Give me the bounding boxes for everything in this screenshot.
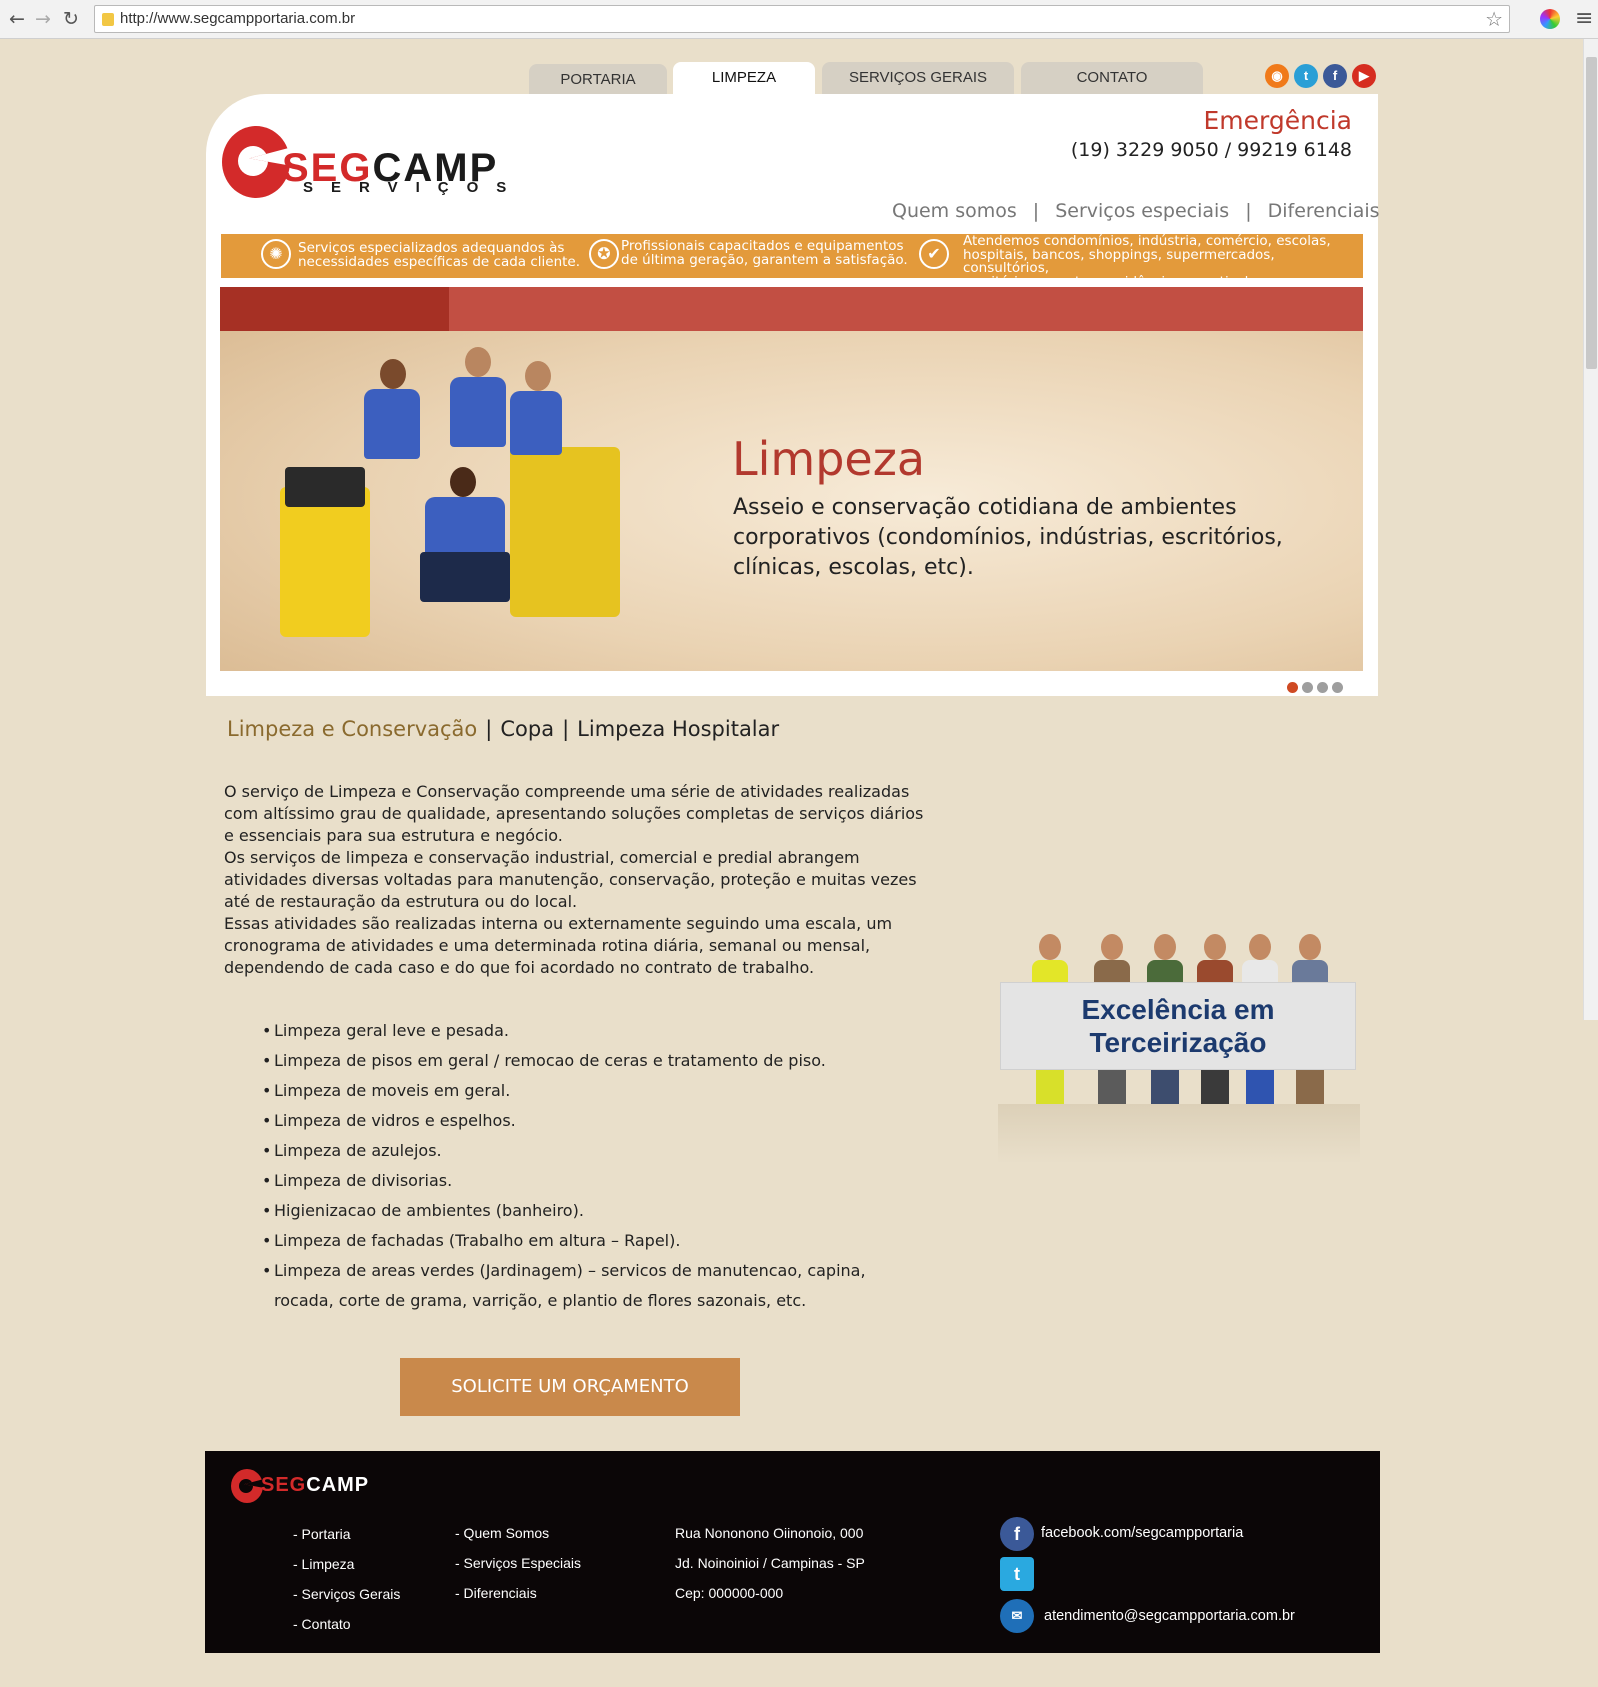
menu-icon[interactable]: ≡	[1575, 6, 1593, 31]
subnav-copa[interactable]: Copa	[500, 717, 554, 741]
footer-logo-icon	[231, 1469, 263, 1503]
footer-link-portaria[interactable]: - Portaria	[293, 1519, 400, 1549]
subnav-limpeza-conservacao[interactable]: Limpeza e Conservação	[227, 717, 477, 741]
top-nav: Quem somos | Serviços especiais | Diferencia…	[892, 200, 1380, 222]
youtube-icon[interactable]: ▶	[1352, 64, 1376, 88]
tab-portaria[interactable]: PORTARIA	[529, 64, 667, 96]
footer-email-link[interactable]: atendimento@segcampportaria.com.br	[1044, 1608, 1295, 1624]
footer-link-quem-somos[interactable]: - Quem Somos	[455, 1518, 581, 1548]
footer-link-limpeza[interactable]: - Limpeza	[293, 1549, 400, 1579]
cleaning-crew-image	[260, 347, 670, 647]
bookmark-star-icon[interactable]: ☆	[1485, 7, 1503, 31]
banner-description: Asseio e conservação cotidiana de ambien…	[733, 495, 1283, 580]
scrollbar[interactable]	[1583, 39, 1598, 1020]
facebook-icon[interactable]: f	[1323, 64, 1347, 88]
lightbulb-icon: ✺	[261, 239, 291, 269]
globe-check-icon: ✔	[919, 239, 949, 269]
slide-dot-4[interactable]	[1332, 682, 1343, 693]
nav-servicos-especiais[interactable]: Serviços especiais	[1055, 200, 1229, 222]
request-quote-button[interactable]: SOLICITE UM ORÇAMENTO	[400, 1358, 740, 1416]
twitter-icon[interactable]: t	[1294, 64, 1318, 88]
footer-address: Rua Nononono Oiinonoio, 000 Jd. Noinoini…	[675, 1525, 865, 1601]
features-strip: ✺ Serviços especializados adequandos às …	[221, 234, 1363, 288]
extension-icon[interactable]	[1540, 9, 1560, 29]
footer-nav-main: - Portaria - Limpeza - Serviços Gerais -…	[293, 1519, 400, 1639]
promo-sign: Excelência em Terceirização	[1000, 982, 1356, 1070]
footer-link-servicos-especiais[interactable]: - Serviços Especiais	[455, 1548, 581, 1578]
emergency-phone: (19) 3229 9050 / 99219 6148	[1070, 139, 1352, 161]
scrollbar-thumb[interactable]	[1586, 57, 1597, 369]
slide-dot-3[interactable]	[1317, 682, 1328, 693]
list-item: Limpeza geral leve e pesada.	[262, 1016, 922, 1046]
list-item: Limpeza de fachadas (Trabalho em altura …	[262, 1226, 922, 1256]
footer-link-servicos-gerais[interactable]: - Serviços Gerais	[293, 1579, 400, 1609]
subnav-limpeza-hospitalar[interactable]: Limpeza Hospitalar	[577, 717, 779, 741]
banner-title: Limpeza	[732, 432, 926, 486]
slide-dot-1[interactable]	[1287, 682, 1298, 693]
url-text[interactable]: http://www.segcampportaria.com.br	[120, 10, 355, 27]
slide-dot-2[interactable]	[1302, 682, 1313, 693]
tab-servicos-gerais[interactable]: SERVIÇOS GERAIS	[822, 62, 1014, 94]
footer-facebook-link[interactable]: facebook.com/segcampportaria	[1041, 1525, 1243, 1541]
list-item: Limpeza de divisorias.	[262, 1166, 922, 1196]
page-icon	[102, 13, 114, 26]
tab-contato[interactable]: CONTATO	[1021, 62, 1203, 94]
intro-text: O serviço de Limpeza e Conservação compr…	[224, 782, 924, 977]
promo-image: Excelência em Terceirização	[998, 904, 1360, 1164]
list-item: Limpeza de moveis em geral.	[262, 1076, 922, 1106]
footer-nav-about: - Quem Somos - Serviços Especiais - Dife…	[455, 1518, 581, 1608]
facebook-icon[interactable]: f	[1000, 1517, 1034, 1551]
email-icon[interactable]: ✉	[1000, 1599, 1034, 1633]
list-item: Limpeza de vidros e espelhos.	[262, 1106, 922, 1136]
nav-diferenciais[interactable]: Diferenciais	[1268, 200, 1380, 222]
feature-text: Profissionais capacitados e equipamentos…	[621, 238, 908, 268]
reload-icon[interactable]: ↻	[60, 8, 82, 30]
list-item: Limpeza de areas verdes (Jardinagem) – s…	[262, 1256, 922, 1316]
nav-separator: |	[1245, 200, 1252, 222]
browser-toolbar: ← → ↻ http://www.segcampportaria.com.br …	[0, 0, 1598, 39]
footer: SEGCAMP - Portaria - Limpeza - Serviços …	[205, 1451, 1380, 1653]
forward-icon[interactable]: →	[32, 8, 54, 30]
feature-text: Atendemos condomínios, indústria, comérc…	[963, 233, 1331, 290]
address-bar[interactable]: http://www.segcampportaria.com.br ☆	[94, 5, 1510, 33]
banner-topbar	[220, 287, 1363, 331]
tab-limpeza[interactable]: LIMPEZA	[673, 62, 815, 96]
slide-indicators	[1287, 678, 1347, 697]
list-item: Higienizacao de ambientes (banheiro).	[262, 1196, 922, 1226]
back-icon[interactable]: ←	[6, 8, 28, 30]
list-item: Limpeza de pisos em geral / remocao de c…	[262, 1046, 922, 1076]
services-list: Limpeza geral leve e pesada. Limpeza de …	[262, 1016, 922, 1316]
service-subnav: Limpeza e Conservação | Copa | Limpeza Hospi…	[227, 717, 780, 741]
feature-text: Serviços especializados adequandos às ne…	[298, 240, 581, 270]
twitter-icon[interactable]: t	[1000, 1557, 1034, 1591]
list-item: Limpeza de azulejos.	[262, 1136, 922, 1166]
logo-subtitle: SERVIÇOS	[303, 179, 525, 196]
emergency-label: Emergência	[1203, 106, 1352, 135]
footer-link-contato[interactable]: - Contato	[293, 1609, 400, 1639]
award-icon: ✪	[589, 239, 619, 269]
hero-banner[interactable]: Limpeza Asseio e conservação cotidiana d…	[220, 287, 1363, 671]
nav-separator: |	[1032, 200, 1040, 222]
footer-logo[interactable]: SEGCAMP	[261, 1474, 369, 1497]
nav-quem-somos[interactable]: Quem somos	[892, 200, 1017, 222]
footer-link-diferenciais[interactable]: - Diferenciais	[455, 1578, 581, 1608]
rss-icon[interactable]: ◉	[1265, 64, 1289, 88]
